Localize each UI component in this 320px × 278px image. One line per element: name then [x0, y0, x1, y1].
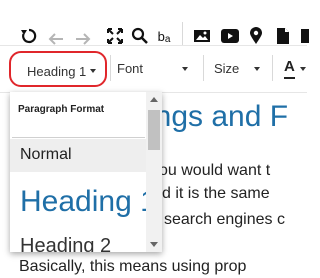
- document-line: search engines c: [164, 211, 285, 228]
- toolbar-divider: [272, 55, 273, 81]
- replace-glyph-b: b: [157, 28, 165, 44]
- menu-option-heading-1[interactable]: Heading 1: [20, 185, 157, 219]
- document-line: d it is the same: [162, 185, 270, 202]
- main-toolbar: b a: [0, 0, 309, 48]
- document-line: Basically, this means using prop: [19, 258, 247, 275]
- menu-option-heading-2[interactable]: Heading 2: [20, 235, 111, 252]
- font-size-dropdown[interactable]: Size: [214, 61, 239, 76]
- chevron-down-icon: [300, 67, 306, 71]
- option-label: Normal: [20, 146, 72, 163]
- text-color-underline: [284, 77, 295, 79]
- toolbar-divider: [110, 55, 111, 81]
- font-dropdown[interactable]: Font: [117, 61, 143, 76]
- paragraph-format-dropdown[interactable]: Heading 1: [9, 51, 107, 87]
- chevron-down-icon: [90, 69, 96, 73]
- text-color-button[interactable]: A: [284, 58, 295, 75]
- menu-option-normal[interactable]: Normal: [10, 139, 146, 172]
- chevron-down-icon: [182, 67, 188, 71]
- replace-glyph-a: a: [164, 34, 171, 45]
- menu-divider: [12, 137, 145, 138]
- document-line: ou would want t: [159, 162, 271, 179]
- paragraph-format-value: Heading 1: [27, 64, 87, 79]
- toolbar-divider: [203, 55, 204, 81]
- scroll-up-icon[interactable]: [150, 97, 158, 102]
- scroll-thumb[interactable]: [148, 110, 160, 150]
- menu-scrollbar[interactable]: [146, 92, 162, 252]
- menu-title: Paragraph Format: [18, 104, 105, 115]
- document-heading: ings and F: [148, 100, 289, 133]
- paragraph-format-menu: Paragraph Format Normal Heading 1 Headin…: [10, 92, 162, 252]
- chevron-down-icon: [254, 67, 260, 71]
- scroll-down-icon[interactable]: [150, 242, 158, 247]
